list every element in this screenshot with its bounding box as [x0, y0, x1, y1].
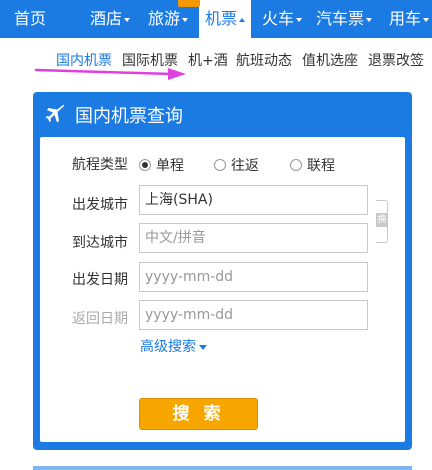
nav-item-train[interactable]: 火车	[262, 0, 303, 38]
trip-type-label: 航程类型	[72, 157, 128, 173]
top-nav: 首页 酒店 旅游 机票 火车 汽车票 用车	[0, 0, 432, 38]
return-date-placeholder: yyyy-mm-dd	[145, 307, 234, 323]
radio-one-way[interactable]: 单程	[139, 155, 184, 175]
next-panel-edge	[33, 466, 412, 470]
nav-item-label: 火车	[262, 9, 295, 28]
depart-date-label: 出发日期	[72, 272, 128, 288]
chevron-down-icon	[423, 17, 430, 22]
radio-round-trip[interactable]: 往返	[214, 155, 259, 175]
nav-item-flights[interactable]: 机票	[199, 0, 252, 38]
panel-title: 国内机票查询	[75, 106, 183, 127]
radio-label: 往返	[231, 158, 259, 174]
subnav-flight-status[interactable]: 航班动态	[236, 50, 292, 70]
return-date-label: 返回日期	[72, 311, 128, 327]
arrive-city-input[interactable]: 中文/拼音	[139, 223, 368, 253]
chevron-down-icon	[296, 17, 303, 22]
depart-city-label: 出发城市	[72, 197, 128, 213]
nav-item-home[interactable]: 首页	[14, 0, 46, 38]
radio-button[interactable]	[214, 159, 226, 171]
chevron-down-icon	[199, 344, 207, 350]
search-form: 航程类型 单程 往返 联程 出发城市 上海(SHA) 到达城市 中文/拼音 换 …	[40, 137, 405, 442]
arrive-city-placeholder: 中文/拼音	[145, 230, 206, 246]
airplane-icon	[46, 104, 65, 123]
promo-tag	[178, 0, 200, 7]
chevron-down-icon	[366, 17, 373, 22]
advanced-search-label: 高级搜索	[140, 339, 196, 355]
pointer-arrow-icon	[34, 68, 186, 80]
subnav-checkin-seat[interactable]: 值机选座	[302, 50, 358, 70]
return-date-input[interactable]: yyyy-mm-dd	[139, 300, 368, 330]
radio-button[interactable]	[290, 159, 302, 171]
panel-header: 国内机票查询	[33, 92, 412, 136]
nav-item-label: 用车	[389, 9, 422, 28]
radio-button[interactable]	[139, 159, 151, 171]
radio-label: 联程	[307, 158, 335, 174]
nav-item-label: 旅游	[148, 9, 181, 28]
nav-item-bus[interactable]: 汽车票	[316, 0, 373, 38]
depart-city-value: 上海(SHA)	[145, 192, 213, 208]
flight-search-panel: 国内机票查询 航程类型 单程 往返 联程 出发城市 上海(SHA) 到达城市 中…	[33, 92, 412, 450]
chevron-up-icon	[239, 17, 246, 22]
arrive-city-label: 到达城市	[72, 235, 128, 251]
radio-label: 单程	[156, 158, 184, 174]
advanced-search-link[interactable]: 高级搜索	[140, 336, 207, 356]
subnav-refund-change[interactable]: 退票改签	[368, 50, 424, 70]
chevron-down-icon	[124, 17, 131, 22]
depart-date-input[interactable]: yyyy-mm-dd	[139, 262, 368, 292]
depart-city-input[interactable]: 上海(SHA)	[139, 185, 368, 215]
radio-multi-city[interactable]: 联程	[290, 155, 335, 175]
nav-item-label: 机票	[205, 9, 238, 28]
swap-cities-icon[interactable]: 换	[376, 213, 388, 227]
nav-item-label: 汽车票	[316, 9, 365, 28]
chevron-down-icon	[182, 17, 189, 22]
nav-item-hotel[interactable]: 酒店	[90, 0, 131, 38]
search-button[interactable]: 搜 索	[139, 398, 258, 430]
nav-item-label: 首页	[14, 9, 47, 28]
depart-date-placeholder: yyyy-mm-dd	[145, 269, 234, 285]
nav-item-car[interactable]: 用车	[389, 0, 430, 38]
nav-item-label: 酒店	[90, 9, 123, 28]
subnav-flight-hotel[interactable]: 机+酒	[188, 50, 228, 70]
